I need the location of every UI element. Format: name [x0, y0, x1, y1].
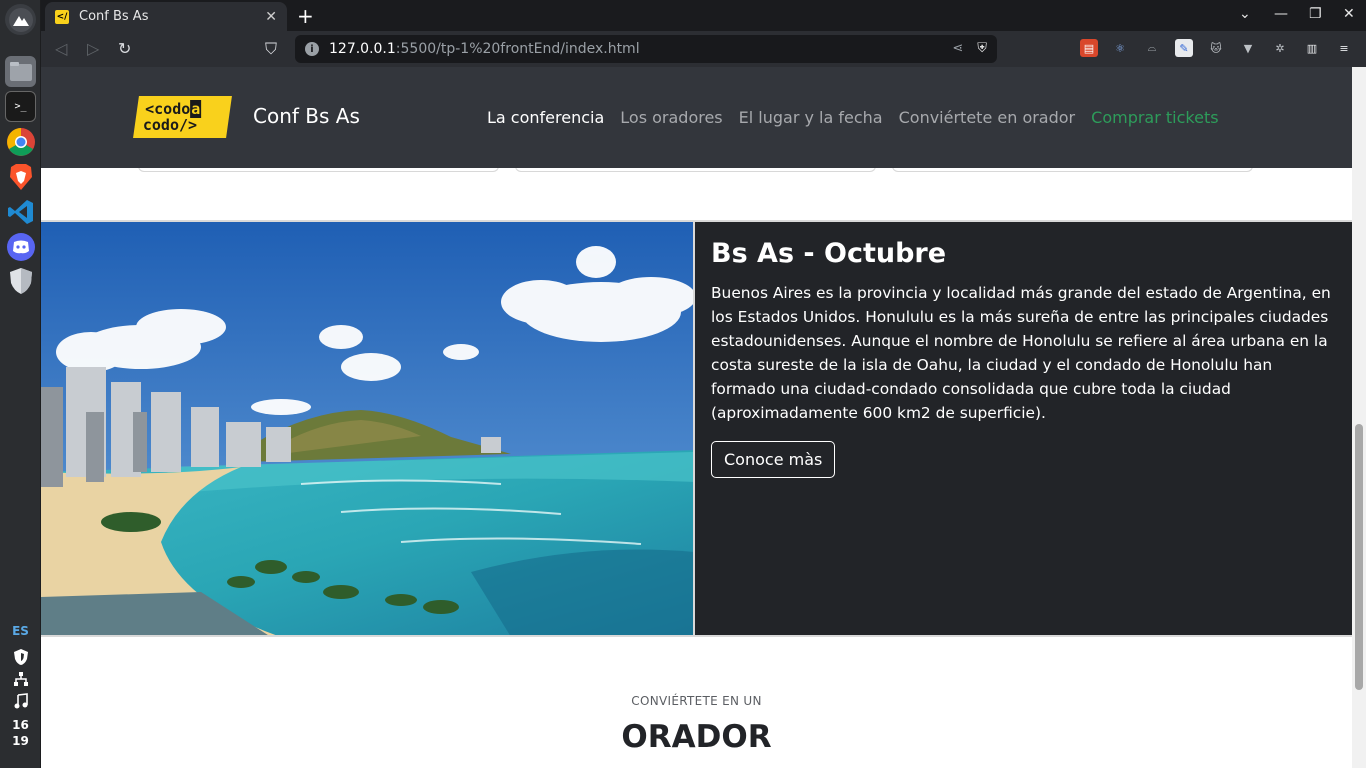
keyboard-language[interactable]: ES	[0, 624, 41, 638]
nav-link-los-oradores[interactable]: Los oradores	[620, 108, 722, 127]
brave-icon[interactable]	[5, 161, 36, 192]
reload-icon[interactable]: ↻	[118, 39, 131, 58]
browser-tab[interactable]: </ Conf Bs As ✕	[45, 2, 287, 31]
scrollbar-thumb[interactable]	[1355, 424, 1363, 690]
address-bar[interactable]: i 127.0.0.1 :5500/tp-1%20frontEnd/index.…	[295, 35, 997, 63]
venue-section: Bs As - Octubre Buenos Aires es la provi…	[41, 220, 1352, 637]
glasses-extension-icon[interactable]: ⌓	[1143, 39, 1161, 57]
tab-title: Conf Bs As	[79, 9, 149, 24]
logo-line-2: codo/>	[142, 116, 198, 134]
conoce-mas-button[interactable]: Conoce màs	[711, 441, 836, 478]
nav-link-conviertete[interactable]: Conviértete en orador	[899, 108, 1076, 127]
extensions-puzzle-icon[interactable]: ✲	[1271, 39, 1289, 57]
vscode-icon[interactable]	[5, 196, 36, 227]
clock-hour: 16	[12, 718, 29, 732]
restore-icon[interactable]: ❐	[1309, 6, 1322, 22]
page-viewport: <codoa codo/> Conf Bs As La conferencia …	[41, 67, 1352, 768]
orador-kicker: CONVIÉRTETE EN UN	[631, 694, 762, 708]
browser-toolbar: ◁ ▷ ↻ ⛉ i 127.0.0.1 :5500/tp-1%20frontEn…	[41, 31, 1366, 67]
venue-title: Bs As - Octubre	[711, 238, 947, 269]
site-navbar: <codoa codo/> Conf Bs As La conferencia …	[41, 67, 1352, 168]
brand-name[interactable]: Conf Bs As	[253, 104, 360, 128]
vue-devtools-icon[interactable]: ▼	[1239, 39, 1257, 57]
close-window-icon[interactable]: ✕	[1343, 6, 1355, 22]
orador-title: ORADOR	[621, 719, 772, 755]
close-tab-icon[interactable]: ✕	[265, 9, 277, 25]
chrome-icon[interactable]	[5, 126, 36, 157]
tab-search-chevron-icon[interactable]: ⌄	[1239, 6, 1251, 22]
react-devtools-icon[interactable]: ⚛	[1111, 39, 1129, 57]
clock-minute: 19	[12, 734, 29, 748]
browser-tabstrip: </ Conf Bs As ✕ + ⌄ — ❐ ✕	[41, 0, 1366, 31]
page-scrollbar[interactable]	[1352, 67, 1366, 768]
site-info-icon[interactable]: i	[305, 42, 319, 56]
honolulu-beach-photo	[41, 222, 695, 635]
network-tray-icon[interactable]	[0, 671, 41, 690]
share-icon[interactable]: ⋖	[952, 41, 963, 56]
codo-a-codo-favicon: </	[55, 9, 69, 24]
nav-link-la-conferencia[interactable]: La conferencia	[487, 108, 604, 127]
sidebar-toggle-icon[interactable]: ▥	[1303, 39, 1321, 57]
discord-icon[interactable]	[5, 231, 36, 262]
nav-links: La conferencia Los oradores El lugar y l…	[487, 108, 1219, 127]
files-icon[interactable]	[5, 56, 36, 87]
extension-blue-icon[interactable]: ✎	[1175, 39, 1193, 57]
brave-shields-icon[interactable]: ⛨	[977, 41, 987, 56]
nav-link-el-lugar[interactable]: El lugar y la fecha	[739, 108, 883, 127]
new-tab-icon[interactable]: +	[297, 4, 314, 28]
logo-line-1: <codoa	[145, 100, 202, 118]
venue-description: Buenos Aires es la provincia y localidad…	[711, 284, 1331, 422]
back-icon[interactable]: ◁	[55, 39, 67, 58]
url-host: 127.0.0.1	[329, 41, 396, 57]
menu-icon[interactable]: ≡	[1335, 39, 1353, 57]
cat-extension-icon[interactable]: 🐱	[1207, 39, 1225, 57]
extension-red-icon[interactable]: ▤	[1080, 39, 1098, 57]
bookmark-icon[interactable]: ⛉	[265, 39, 277, 59]
venue-info: Bs As - Octubre Buenos Aires es la provi…	[695, 222, 1352, 635]
forward-icon[interactable]: ▷	[87, 39, 99, 58]
shield-app-icon[interactable]	[5, 265, 36, 296]
minimize-icon[interactable]: —	[1274, 6, 1288, 22]
url-path: :5500/tp-1%20frontEnd/index.html	[395, 41, 640, 57]
launcher-icon[interactable]	[5, 4, 36, 35]
security-tray-icon[interactable]	[0, 648, 41, 669]
music-tray-icon[interactable]	[0, 693, 41, 712]
nav-link-comprar-tickets[interactable]: Comprar tickets	[1091, 108, 1218, 127]
os-dock: >_ ES 16 19	[0, 0, 41, 768]
terminal-icon[interactable]: >_	[5, 91, 36, 122]
codo-a-codo-logo[interactable]: <codoa codo/>	[133, 96, 232, 138]
